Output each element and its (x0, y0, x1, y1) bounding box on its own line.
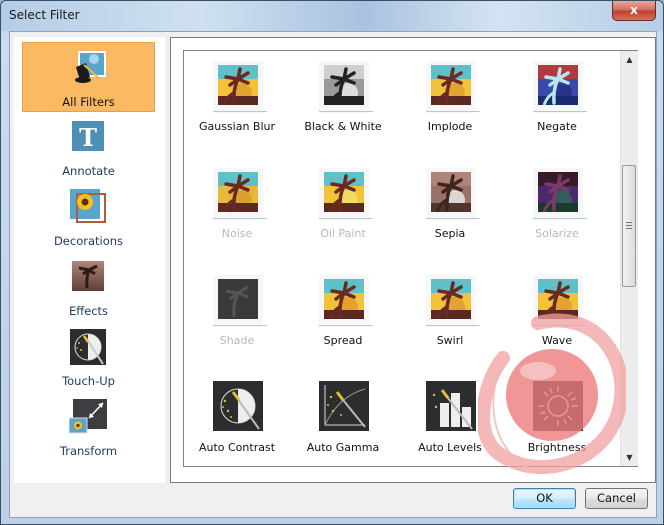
filter-label: Sepia (434, 227, 466, 240)
filter-tile-shade: Shade (184, 265, 290, 367)
solarize-icon (533, 168, 587, 220)
resize-arrow-icon (69, 399, 107, 434)
scroll-down-button[interactable]: ▼ (621, 449, 638, 466)
filter-label: Swirl (436, 334, 464, 347)
filter-tile-auto-gamma[interactable]: Auto Gamma (290, 372, 396, 466)
filter-tile-spread[interactable]: Spread (290, 265, 396, 367)
implode-icon (426, 61, 480, 113)
filter-label: Auto Contrast (198, 441, 276, 454)
grip-icon (626, 222, 632, 230)
category-decorations[interactable]: Decorations (22, 182, 155, 252)
filter-label: Oil Paint (320, 227, 366, 240)
category-label: Touch-Up (62, 374, 115, 388)
category-list: All Filters T Annotate Decorations Effec… (14, 37, 165, 483)
auto-gamma-icon (319, 381, 369, 431)
wave-icon (533, 275, 587, 327)
filter-tile-black-white[interactable]: Black & White (290, 51, 396, 153)
category-touch-up[interactable]: Touch-Up (22, 322, 155, 392)
oil-paint-icon (319, 168, 373, 220)
category-label: Annotate (62, 164, 115, 178)
category-effects[interactable]: Effects (22, 252, 155, 322)
filter-label: Auto Levels (418, 441, 482, 454)
brightness-icon (533, 381, 583, 431)
filter-label: Negate (537, 120, 577, 133)
filter-label: Shade (219, 334, 255, 347)
filter-label: Wave (541, 334, 573, 347)
filter-tile-noise: Noise (184, 158, 290, 260)
filter-tile-sepia[interactable]: Sepia (397, 158, 503, 260)
category-label: All Filters (62, 95, 115, 109)
filter-tile-brightness[interactable]: Brightness (504, 372, 610, 466)
filter-label: Spread (323, 334, 363, 347)
filter-tile-swirl[interactable]: Swirl (397, 265, 503, 367)
filter-tile-gaussian-blur[interactable]: Gaussian Blur (184, 51, 290, 153)
window-title: Select Filter (9, 8, 80, 22)
auto-levels-icon (426, 381, 476, 431)
filter-label: Gaussian Blur (198, 120, 276, 133)
category-label: Effects (68, 304, 109, 318)
ok-button[interactable]: OK (513, 488, 576, 509)
close-button[interactable]: x (612, 1, 656, 21)
filter-tile-negate[interactable]: Negate (504, 51, 610, 153)
cancel-button[interactable]: Cancel (585, 488, 648, 509)
vertical-scrollbar[interactable]: ▲ ▼ (620, 51, 638, 466)
filter-label: Brightness (527, 441, 587, 454)
filter-tile-implode[interactable]: Implode (397, 51, 503, 153)
title-bar: Select Filter x (1, 1, 663, 31)
negate-icon (533, 61, 587, 113)
filter-label: Auto Gamma (306, 441, 380, 454)
filter-tile-auto-levels[interactable]: Auto Levels (397, 372, 503, 466)
sepia-icon (426, 168, 480, 220)
palm-sepia-icon (70, 259, 106, 293)
scroll-up-button[interactable]: ▲ (621, 51, 638, 68)
category-annotate[interactable]: T Annotate (22, 112, 155, 182)
filter-tile-wave[interactable]: Wave (504, 265, 610, 367)
text-t-icon: T (70, 119, 106, 153)
category-transform[interactable]: Transform (22, 392, 155, 462)
category-all-filters[interactable]: All Filters (22, 42, 155, 112)
sunflower-frame-icon (70, 189, 106, 223)
gaussian-blur-icon (213, 61, 267, 113)
spread-icon (319, 275, 373, 327)
filter-tile-auto-contrast[interactable]: Auto Contrast (184, 372, 290, 466)
black-white-icon (319, 61, 373, 113)
magic-hat-icon (75, 51, 106, 83)
filter-tile-solarize: Solarize (504, 158, 610, 260)
filter-grid: Gaussian Blur Black & White Implode Nega… (183, 50, 638, 467)
filter-label: Solarize (535, 227, 579, 240)
svg-text:T: T (79, 123, 97, 152)
auto-contrast-icon (213, 381, 263, 431)
filter-label: Black & White (304, 120, 382, 133)
category-label: Transform (59, 444, 118, 458)
filter-label: Implode (427, 120, 473, 133)
category-label: Decorations (53, 234, 124, 248)
magic-wand-contrast-icon (70, 329, 106, 365)
swirl-icon (426, 275, 480, 327)
shade-icon (213, 275, 267, 327)
scroll-thumb[interactable] (622, 165, 636, 287)
filter-tile-oil-paint: Oil Paint (290, 158, 396, 260)
noise-icon (213, 168, 267, 220)
filter-label: Noise (221, 227, 253, 240)
